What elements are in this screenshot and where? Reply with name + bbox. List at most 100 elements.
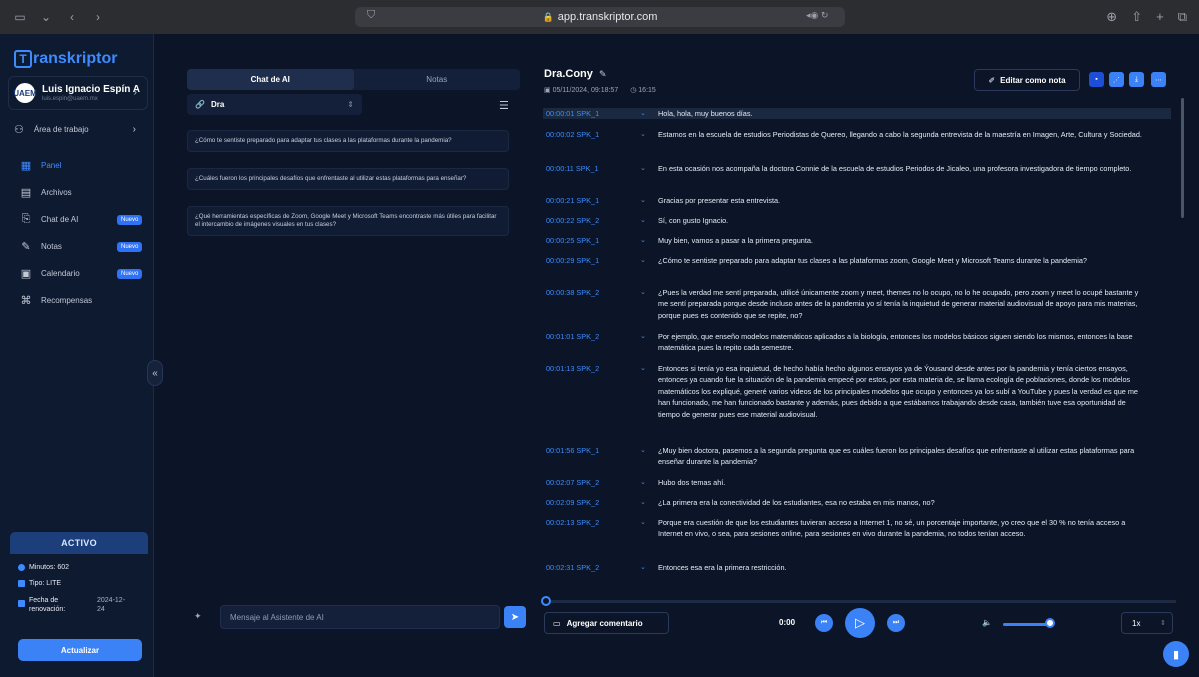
transcript-line[interactable]: 00:01:13 SPK_2 ⌄ Entonces si tenía yo esa … (543, 363, 1171, 420)
save-button[interactable]: ▪ (1089, 72, 1104, 87)
timestamp[interactable]: 00:00:29 SPK_1 (543, 255, 640, 266)
forward-button[interactable]: ⏭ (887, 614, 905, 632)
download-icon[interactable]: ⊕ (1106, 9, 1117, 25)
chevron-down-icon[interactable]: ⌄ (640, 363, 658, 420)
timestamp[interactable]: 00:00:11 SPK_1 (543, 163, 640, 174)
transcript-line[interactable]: 00:02:09 SPK_2 ⌄ ¿La primera era la conect… (543, 497, 1171, 508)
new-tab-icon[interactable]: + (1156, 9, 1164, 25)
tab-ai-chat[interactable]: Chat de AI (187, 69, 354, 90)
timestamp[interactable]: 00:01:13 SPK_2 (543, 363, 640, 420)
shield-icon[interactable]: ⛉ (367, 9, 375, 22)
chevron-down-icon[interactable]: ⌄ (640, 235, 658, 246)
transcript-line[interactable]: 00:00:38 SPK_2 ⌄ ¿Pues la verdad me sentí … (543, 287, 1171, 321)
chevron-down-icon[interactable]: ⌄ (640, 163, 658, 174)
transcript-line[interactable]: 00:00:01 SPK_1 ⌄ Hola, hola, muy buenos dí… (543, 108, 1171, 120)
sidebar: T ranskriptor UAEM Luis Ignacio Espín A … (0, 34, 154, 677)
playback-speed-select[interactable]: 1x ⇕ (1121, 612, 1173, 634)
playback-progress[interactable] (541, 596, 1176, 606)
transcript-line[interactable]: 00:00:21 SPK_1 ⌄ Gracias por presentar est… (543, 195, 1171, 206)
timestamp[interactable]: 00:00:01 SPK_1 (543, 108, 640, 119)
transcript-line[interactable]: 00:02:07 SPK_2 ⌄ Hubo dos temas ahí. (543, 477, 1171, 488)
timestamp[interactable]: 00:00:38 SPK_2 (543, 287, 640, 321)
workspace-selector[interactable]: ⚇ Área de trabajo › (8, 118, 148, 140)
sliders-icon[interactable]: ☰ (499, 99, 509, 112)
add-comment-button[interactable]: ▭ Agregar comentario (544, 612, 669, 634)
scrollbar[interactable] (1181, 98, 1184, 218)
chevron-down-icon[interactable]: ⌄ (640, 255, 658, 266)
lock-icon: 🔒 (542, 11, 554, 22)
sidebar-item-notes[interactable]: ✎ Notas Nuevo (0, 233, 154, 260)
transcript-line[interactable]: 00:00:11 SPK_1 ⌄ En esta ocasión nos acomp… (543, 163, 1171, 174)
progress-handle[interactable] (541, 596, 551, 606)
chevron-down-icon[interactable]: ⌄ (640, 129, 658, 140)
sidebar-item-ai-chat[interactable]: ⎘ Chat de AI Nuevo (0, 206, 154, 233)
volume-icon[interactable]: 🔈 (982, 618, 992, 627)
chevron-down-icon[interactable]: ⌄ (640, 331, 658, 354)
suggested-question[interactable]: ¿Cómo te sentiste preparado para adaptar… (187, 130, 509, 152)
chevron-down-icon[interactable]: ⌄ (38, 10, 54, 24)
tabs-overview-icon[interactable]: ⧉ (1178, 9, 1187, 25)
share-icon[interactable]: ⇧ (1131, 9, 1142, 25)
ai-chat-panel: Chat de AI Notas 🔗 Dra ⇕ ☰ ¿Cómo te sent… (180, 34, 526, 677)
logo[interactable]: T ranskriptor (14, 50, 117, 68)
volume-handle[interactable] (1045, 618, 1055, 628)
timestamp[interactable]: 00:02:13 SPK_2 (543, 517, 640, 540)
suggested-question[interactable]: ¿Cuáles fueron los principales desafíos … (187, 168, 509, 190)
timestamp[interactable]: 00:00:02 SPK_1 (543, 129, 640, 140)
chevron-down-icon[interactable]: ⌄ (640, 195, 658, 206)
sidebar-item-panel[interactable]: ▦ Panel (0, 152, 154, 179)
collapse-sidebar-button[interactable]: « (147, 360, 163, 386)
send-button[interactable]: ➤ (504, 606, 526, 628)
back-icon[interactable]: ‹ (64, 10, 80, 24)
transcript-line[interactable]: 00:00:02 SPK_1 ⌄ Estamos en la escuela de … (543, 129, 1171, 140)
timestamp[interactable]: 00:01:56 SPK_1 (543, 445, 640, 468)
message-input[interactable]: Mensaje al Asistente de AI (220, 605, 500, 629)
chevron-down-icon[interactable]: ⌄ (640, 497, 658, 508)
transcript-line[interactable]: 00:02:13 SPK_2 ⌄ Porque era cuestión de qu… (543, 517, 1171, 540)
sparkle-icon[interactable]: ✦ (194, 611, 202, 622)
sidebar-toggle-icon[interactable]: ▭ (12, 10, 28, 24)
rewind-button[interactable]: ⏮ (815, 614, 833, 632)
chevron-down-icon[interactable]: ⌄ (640, 445, 658, 468)
transcript-line[interactable]: 00:02:31 SPK_2 ⌄ Entonces esa era la prime… (543, 562, 1171, 573)
timestamp[interactable]: 00:02:07 SPK_2 (543, 477, 640, 488)
share-button[interactable]: ⋰ (1109, 72, 1124, 87)
timestamp[interactable]: 00:00:21 SPK_1 (543, 195, 640, 206)
transcript-line[interactable]: 00:00:25 SPK_1 ⌄ Muy bien, vamos a pasar a… (543, 235, 1171, 246)
chevron-down-icon[interactable]: ⌄ (640, 215, 658, 226)
transcript-line[interactable]: 00:00:29 SPK_1 ⌄ ¿Cómo te sentiste prepara… (543, 255, 1171, 266)
forward-icon[interactable]: › (90, 10, 106, 24)
tab-notes[interactable]: Notas (354, 69, 521, 90)
sidebar-item-rewards[interactable]: ⌘ Recompensas (0, 287, 154, 314)
transcript-line[interactable]: 00:01:01 SPK_2 ⌄ Por ejemplo, que enseño m… (543, 331, 1171, 354)
sidebar-item-files[interactable]: ▤ Archivos (0, 179, 154, 206)
chevron-down-icon[interactable]: ⌄ (640, 477, 658, 488)
timestamp[interactable]: 00:00:22 SPK_2 (543, 215, 640, 226)
speaker-filter-select[interactable]: 🔗 Dra ⇕ (187, 94, 362, 115)
suggested-question[interactable]: ¿Qué herramientas específicas de Zoom, G… (187, 206, 509, 236)
timestamp[interactable]: 00:01:01 SPK_2 (543, 331, 640, 354)
more-button[interactable]: ⋯ (1151, 72, 1166, 87)
upgrade-button[interactable]: Actualizar (18, 639, 142, 661)
edit-icon[interactable]: ✎ (599, 69, 607, 79)
play-button[interactable]: ▷ (845, 608, 875, 638)
timestamp[interactable]: 00:02:09 SPK_2 (543, 497, 640, 508)
download-button[interactable]: ⤓ (1129, 72, 1144, 87)
timestamp[interactable]: 00:02:31 SPK_2 (543, 562, 640, 573)
sidebar-item-calendar[interactable]: ▣ Calendario Nuevo (0, 260, 154, 287)
transcript-line[interactable]: 00:01:56 SPK_1 ⌄ ¿Muy bien doctora, pasemo… (543, 445, 1171, 468)
help-chat-button[interactable]: ▮ (1163, 641, 1189, 667)
chevron-down-icon[interactable]: ⌄ (640, 108, 658, 119)
edit-as-note-button[interactable]: ✐ Editar como nota (974, 69, 1080, 91)
new-badge: Nuevo (117, 268, 143, 279)
url-text: app.transkriptor.com (557, 11, 658, 23)
chevron-down-icon[interactable]: ⌄ (640, 562, 658, 573)
chevron-down-icon[interactable]: ⌄ (640, 517, 658, 540)
address-bar[interactable]: 🔒 app.transkriptor.com (355, 7, 845, 27)
user-menu[interactable]: UAEM Luis Ignacio Espín A luis.espin@uae… (8, 76, 148, 110)
chevron-down-icon[interactable]: ⌄ (640, 287, 658, 321)
timestamp[interactable]: 00:00:25 SPK_1 (543, 235, 640, 246)
reload-icon[interactable]: ◂◉ ↻ (806, 10, 828, 21)
plan-type-text: Tipo: LITE (29, 580, 62, 587)
transcript-line[interactable]: 00:00:22 SPK_2 ⌄ Sí, con gusto Ignacio. (543, 215, 1171, 226)
